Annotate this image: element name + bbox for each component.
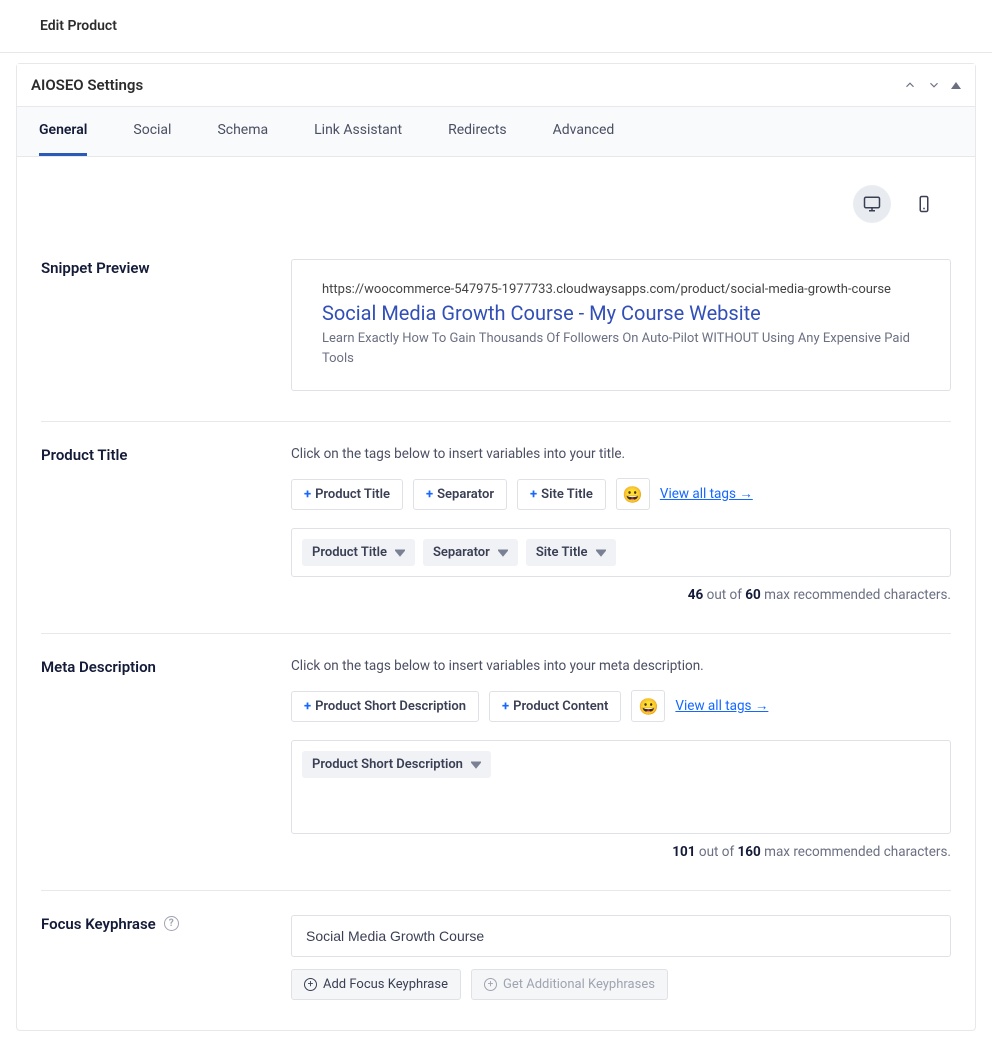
help-icon[interactable]: ? [164, 916, 179, 931]
product-title-input[interactable]: Product Title Separator Site Title [291, 528, 951, 577]
meta-description-label: Meta Description [41, 658, 156, 676]
mobile-preview-button[interactable] [905, 185, 943, 223]
row-focus-keyphrase: Focus Keyphrase ? +Add Focus Keyphrase +… [41, 891, 951, 1000]
plus-icon: + [304, 487, 311, 502]
meta-description-counter: 101 out of 160 max recommended character… [291, 844, 951, 860]
plus-icon: + [304, 699, 311, 714]
tab-advanced[interactable]: Advanced [553, 107, 615, 156]
focus-keyphrase-input[interactable] [291, 915, 951, 957]
chevron-down-icon [596, 548, 606, 558]
emoji-picker-button[interactable]: 😀 [616, 478, 650, 510]
product-title-tags: +Product Title +Separator +Site Title 😀 … [291, 478, 951, 510]
snippet-description: Learn Exactly How To Gain Thousands Of F… [322, 329, 920, 368]
mobile-icon [915, 195, 933, 213]
chevron-down-icon [395, 548, 405, 558]
desktop-preview-button[interactable] [853, 185, 891, 223]
chevron-up-icon[interactable] [903, 78, 917, 92]
chip-site-title[interactable]: Site Title [526, 539, 616, 566]
tag-separator[interactable]: +Separator [413, 479, 507, 510]
focus-keyphrase-label: Focus Keyphrase [41, 915, 156, 933]
plus-icon: + [530, 487, 537, 502]
panel-header: AIOSEO Settings [17, 64, 975, 107]
meta-description-input[interactable]: Product Short Description [291, 740, 951, 834]
meta-description-tags: +Product Short Description +Product Cont… [291, 690, 951, 722]
view-all-tags-link[interactable]: View all tags → [660, 486, 753, 502]
tab-general[interactable]: General [39, 107, 87, 156]
add-focus-keyphrase-button[interactable]: +Add Focus Keyphrase [291, 969, 461, 1000]
tab-link-assistant[interactable]: Link Assistant [314, 107, 402, 156]
emoji-icon: 😀 [623, 485, 643, 504]
plus-icon: + [426, 487, 433, 502]
aioseo-panel: AIOSEO Settings General Social Schema Li… [16, 63, 976, 1031]
snippet-title: Social Media Growth Course - My Course W… [322, 301, 920, 325]
product-title-hint: Click on the tags below to insert variab… [291, 446, 951, 462]
chip-separator[interactable]: Separator [423, 539, 518, 566]
get-additional-keyphrases-button[interactable]: +Get Additional Keyphrases [471, 969, 668, 1000]
chip-product-title[interactable]: Product Title [302, 539, 415, 566]
tag-product-title[interactable]: +Product Title [291, 479, 403, 510]
product-title-counter: 46 out of 60 max recommended characters. [291, 587, 951, 603]
tab-redirects[interactable]: Redirects [448, 107, 507, 156]
collapse-icon[interactable] [951, 82, 961, 89]
tabs: General Social Schema Link Assistant Red… [17, 107, 975, 157]
snippet-preview-label: Snippet Preview [41, 259, 150, 277]
page-title: Edit Product [0, 0, 992, 52]
row-product-title: Product Title Click on the tags below to… [41, 422, 951, 634]
monitor-icon [863, 195, 881, 213]
plus-circle-icon: + [304, 978, 317, 991]
emoji-picker-button[interactable]: 😀 [631, 690, 665, 722]
plus-circle-icon: + [484, 978, 497, 991]
view-all-tags-link[interactable]: View all tags → [675, 698, 768, 714]
meta-description-hint: Click on the tags below to insert variab… [291, 658, 951, 674]
emoji-icon: 😀 [638, 697, 658, 716]
plus-icon: + [502, 699, 509, 714]
keyphrase-button-row: +Add Focus Keyphrase +Get Additional Key… [291, 969, 951, 1000]
chevron-down-icon [498, 548, 508, 558]
chip-product-short-description[interactable]: Product Short Description [302, 751, 491, 778]
chevron-down-icon[interactable] [927, 78, 941, 92]
product-title-label: Product Title [41, 446, 127, 464]
tag-product-content[interactable]: +Product Content [489, 691, 621, 722]
tag-product-short-description[interactable]: +Product Short Description [291, 691, 479, 722]
chevron-down-icon [471, 760, 481, 770]
panel-content: Snippet Preview https://woocommerce-5479… [17, 157, 975, 1030]
tag-site-title[interactable]: +Site Title [517, 479, 606, 510]
row-meta-description: Meta Description Click on the tags below… [41, 634, 951, 891]
row-snippet-preview: Snippet Preview https://woocommerce-5479… [41, 235, 951, 422]
device-toggle [41, 173, 951, 235]
snippet-preview-box: https://woocommerce-547975-1977733.cloud… [291, 259, 951, 391]
panel-title: AIOSEO Settings [31, 76, 143, 94]
tab-social[interactable]: Social [133, 107, 171, 156]
tab-schema[interactable]: Schema [217, 107, 268, 156]
snippet-url: https://woocommerce-547975-1977733.cloud… [322, 282, 920, 297]
panel-controls [903, 78, 961, 92]
